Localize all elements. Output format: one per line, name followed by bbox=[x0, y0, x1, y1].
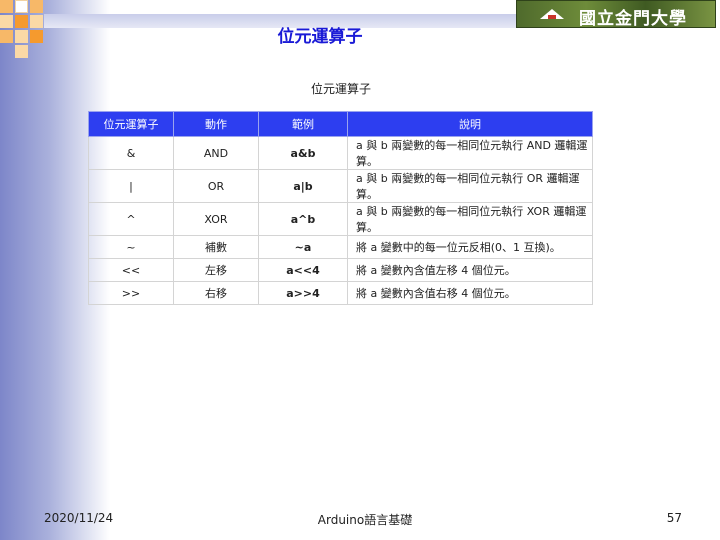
cell-operator: << bbox=[88, 258, 174, 282]
cell-example: a&b bbox=[258, 136, 348, 170]
cell-action: 右移 bbox=[173, 281, 259, 305]
table-row: | OR a|b a 與 b 兩變數的每一相同位元執行 OR 邏輯運算。 bbox=[88, 169, 593, 203]
cell-example: a|b bbox=[258, 169, 348, 203]
cell-action: 補數 bbox=[173, 235, 259, 259]
page-number: 57 bbox=[666, 511, 682, 525]
cell-action: XOR bbox=[173, 202, 259, 236]
bitwise-operator-table: 位元運算子 動作 範例 說明 & AND a&b a 與 b 兩變數的每一相同位… bbox=[88, 111, 593, 305]
cell-operator: ~ bbox=[88, 235, 174, 259]
cell-operator: & bbox=[88, 136, 174, 170]
table-row: >> 右移 a>>4 將 a 變數內含值右移 4 個位元。 bbox=[88, 281, 593, 305]
cell-example: a>>4 bbox=[258, 281, 348, 305]
logo-text: 國立金門大學 bbox=[579, 9, 687, 29]
cell-description: a 與 b 兩變數的每一相同位元執行 AND 邏輯運算。 bbox=[347, 136, 593, 170]
cell-example: a^b bbox=[258, 202, 348, 236]
cell-description: 將 a 變數內含值右移 4 個位元。 bbox=[347, 281, 593, 305]
header-operator: 位元運算子 bbox=[88, 111, 174, 137]
table-row: & AND a&b a 與 b 兩變數的每一相同位元執行 AND 邏輯運算。 bbox=[88, 136, 593, 170]
corner-squares-decoration bbox=[0, 0, 60, 60]
cell-operator: ^ bbox=[88, 202, 174, 236]
cell-description: 將 a 變數中的每一位元反相(0、1 互換)。 bbox=[347, 235, 593, 259]
cell-description: 將 a 變數內含值左移 4 個位元。 bbox=[347, 258, 593, 282]
header-action: 動作 bbox=[173, 111, 259, 137]
university-logo: 國立金門大學 bbox=[516, 0, 716, 29]
cell-example: a<<4 bbox=[258, 258, 348, 282]
table-row: ^ XOR a^b a 與 b 兩變數的每一相同位元執行 XOR 邏輯運算。 bbox=[88, 202, 593, 236]
header-description: 說明 bbox=[347, 111, 593, 137]
header-example: 範例 bbox=[258, 111, 348, 137]
footer-date: 2020/11/24 bbox=[44, 511, 114, 525]
cell-action: AND bbox=[173, 136, 259, 170]
logo-emblem-icon bbox=[540, 9, 564, 19]
cell-operator: >> bbox=[88, 281, 174, 305]
cell-description: a 與 b 兩變數的每一相同位元執行 XOR 邏輯運算。 bbox=[347, 202, 593, 236]
cell-action: OR bbox=[173, 169, 259, 203]
cell-example: ~a bbox=[258, 235, 348, 259]
table-caption: 位元運算子 bbox=[310, 82, 371, 96]
cell-description: a 與 b 兩變數的每一相同位元執行 OR 邏輯運算。 bbox=[347, 169, 593, 203]
table-row: << 左移 a<<4 將 a 變數內含值左移 4 個位元。 bbox=[88, 258, 593, 282]
footer-course-title: Arduino語言基礎 bbox=[317, 513, 413, 527]
cell-operator: | bbox=[88, 169, 174, 203]
cell-action: 左移 bbox=[173, 258, 259, 282]
slide-title: 位元運算子 bbox=[277, 27, 363, 47]
table-row: ~ 補數 ~a 將 a 變數中的每一位元反相(0、1 互換)。 bbox=[88, 235, 593, 259]
table-header-row: 位元運算子 動作 範例 說明 bbox=[88, 111, 593, 137]
